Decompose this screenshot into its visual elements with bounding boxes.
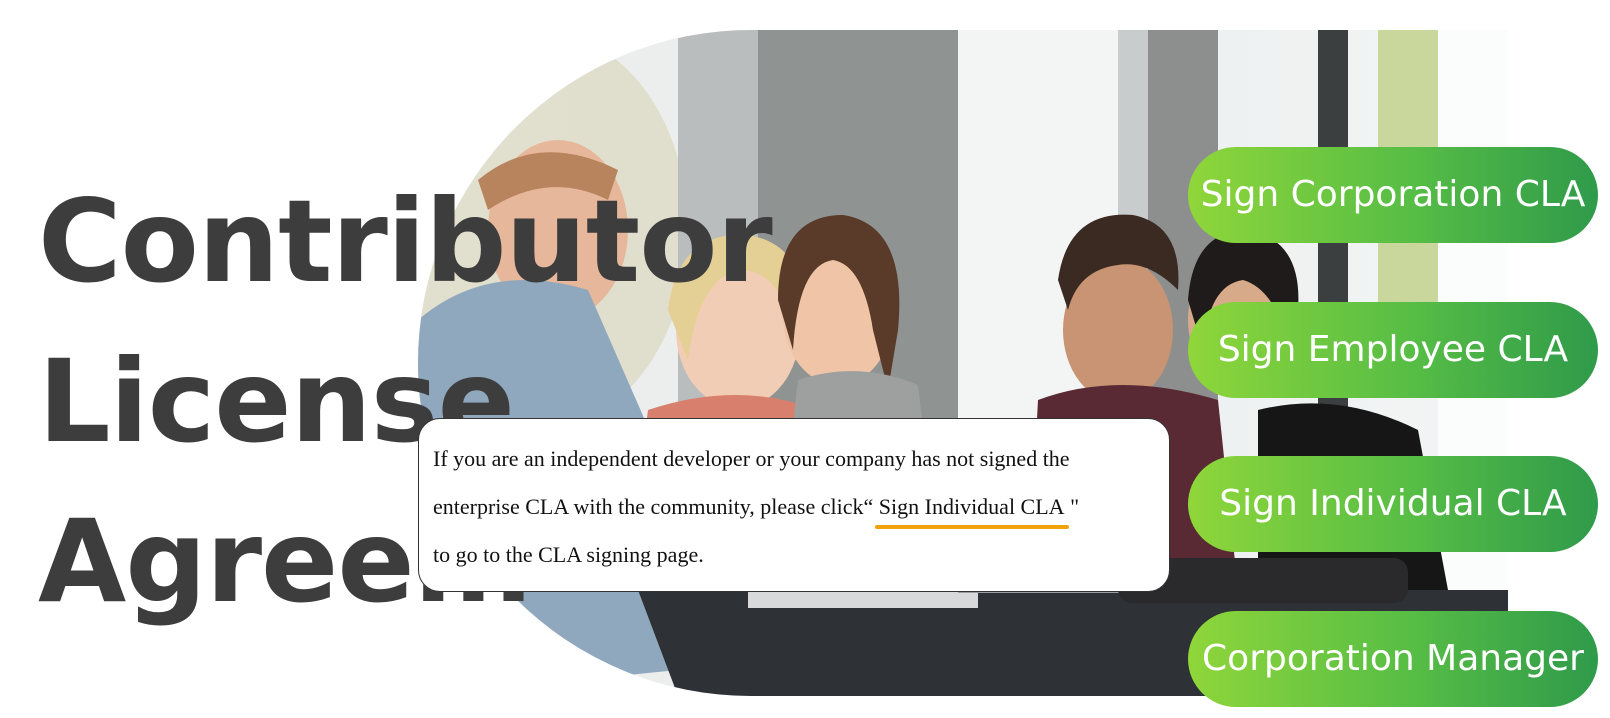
corporation-manager-button[interactable]: Corporation Manager (1188, 611, 1598, 707)
individual-cla-info-callout: If you are an independent developer or y… (418, 418, 1170, 592)
callout-line-1: If you are an independent developer or y… (433, 446, 1070, 471)
sign-individual-cla-button[interactable]: Sign Individual CLA (1188, 456, 1598, 552)
callout-line-3: to go to the CLA signing page. (433, 542, 704, 567)
sign-corporation-cla-button[interactable]: Sign Corporation CLA (1188, 147, 1598, 243)
callout-line-2: enterprise CLA with the community, pleas… (433, 483, 1155, 531)
sign-individual-cla-link[interactable]: Sign Individual CLA (874, 483, 1069, 531)
title-line-1: Contributor (38, 175, 773, 308)
sign-employee-cla-button[interactable]: Sign Employee CLA (1188, 302, 1598, 398)
